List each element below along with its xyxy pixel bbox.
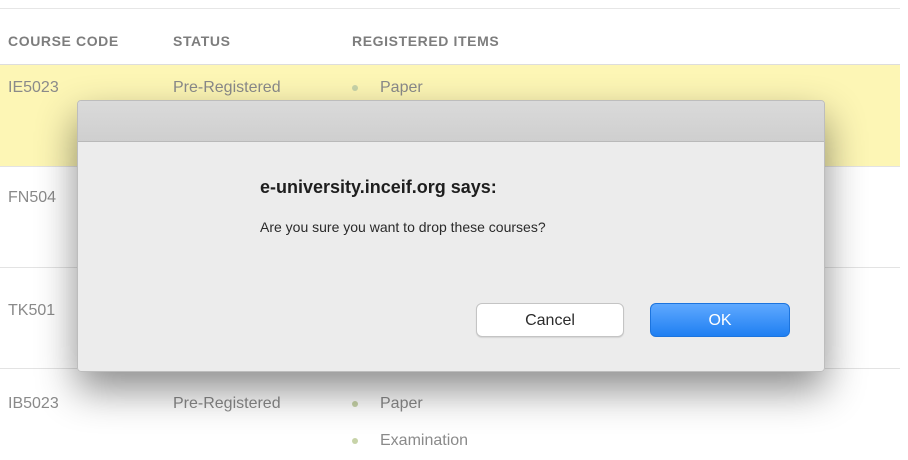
table-row[interactable]: IB5023 Pre-Registered Paper Examination	[0, 369, 900, 460]
dialog-titlebar[interactable]	[78, 101, 824, 142]
dialog-message: Are you sure you want to drop these cour…	[260, 219, 546, 235]
status-cell: Pre-Registered	[173, 79, 281, 96]
confirm-dialog: e-university.inceif.org says: Are you su…	[77, 100, 825, 372]
registered-item-label: Paper	[380, 79, 423, 96]
bullet-icon	[352, 401, 358, 407]
table-top-rule	[0, 8, 900, 9]
registered-item-label: Examination	[380, 432, 469, 449]
bullet-icon	[352, 438, 358, 444]
bullet-icon	[352, 85, 358, 91]
course-code-cell: IE5023	[8, 79, 59, 96]
course-code-cell: TK501	[8, 302, 56, 319]
course-code-cell: FN504	[8, 189, 57, 206]
status-cell: Pre-Registered	[173, 395, 281, 412]
header-course-code: COURSE CODE	[8, 33, 119, 49]
course-code-cell: IB5023	[8, 395, 59, 412]
header-status: STATUS	[173, 33, 231, 49]
header-registered-items: REGISTERED ITEMS	[352, 33, 500, 49]
cancel-button[interactable]: Cancel	[476, 303, 624, 337]
registered-item-label: Paper	[380, 395, 423, 412]
ok-button[interactable]: OK	[650, 303, 790, 337]
table-header: COURSE CODE STATUS REGISTERED ITEMS	[0, 10, 900, 65]
dialog-title: e-university.inceif.org says:	[260, 177, 497, 197]
